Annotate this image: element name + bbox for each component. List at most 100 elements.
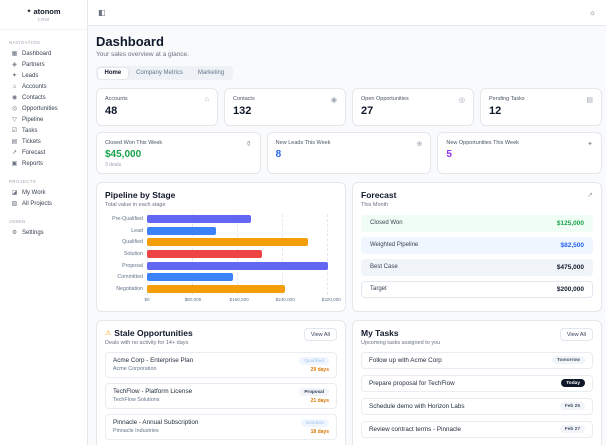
due-badge: Tomorrow: [551, 356, 585, 365]
task-item[interactable]: Prepare proposal for TechFlow Today: [361, 374, 593, 392]
sidebar-item-label: Leads: [22, 72, 39, 79]
brand-name: atonom: [33, 7, 61, 16]
tab-marketing[interactable]: Marketing: [191, 68, 231, 79]
sidebar-item-my-work[interactable]: ◪ My Work: [8, 187, 79, 198]
forecast-row-label: Closed Won: [370, 220, 403, 226]
sidebar-item-opportunities[interactable]: ◎ Opportunities: [8, 103, 79, 114]
pipeline-bar: [147, 226, 217, 235]
sidebar-item-label: Reports: [22, 160, 44, 167]
page-title: Dashboard: [96, 34, 164, 49]
page-subtitle: Your sales overview at a glance.: [96, 51, 189, 58]
forecast-row-label: Best Case: [370, 264, 398, 270]
stale-view-all-button[interactable]: View All: [303, 328, 337, 341]
task-item[interactable]: Follow up with Acme Corp Tomorrow: [361, 351, 593, 369]
chart-title: Pipeline by Stage: [105, 190, 176, 200]
task-item[interactable]: Review contract terms - Pinnacle Feb 27: [361, 420, 593, 438]
sidebar-item-tasks[interactable]: ☑ Tasks: [8, 125, 79, 136]
stale-days: 18 days: [310, 428, 329, 435]
pipeline-bar: [147, 250, 263, 259]
sidebar-item-forecast[interactable]: ↗ Forecast: [8, 147, 79, 158]
stat-value: 12: [489, 105, 502, 117]
chart-y-label: Proposal: [122, 262, 143, 269]
chart-x-tick-label: $160,000: [229, 296, 249, 302]
sidebar-item-dashboard[interactable]: ▦ Dashboard: [8, 48, 79, 59]
pipeline-bar: [147, 238, 309, 247]
stat-label: Pending Tasks: [489, 96, 525, 102]
sidebar-item-contacts[interactable]: ◉ Contacts: [8, 92, 79, 103]
tab-company-metrics[interactable]: Company Metrics: [129, 68, 190, 79]
opportunity-name: TechFlow - Platform License: [113, 388, 193, 396]
pipeline-icon: ▽: [12, 116, 17, 123]
stat-value: $45,000: [105, 149, 142, 160]
forecast-rows: Closed Won $125,000 Weighted Pipeline $8…: [361, 214, 593, 298]
sidebar-item-label: All Projects: [22, 200, 53, 207]
stale-opportunity-item[interactable]: TechFlow - Platform License TechFlow Sol…: [105, 382, 337, 409]
stat-note: 3 deals: [105, 162, 122, 168]
brand-subtitle: CRM: [37, 17, 50, 22]
chart-gridline: [327, 213, 329, 295]
trophy-icon: ⚱: [245, 141, 252, 148]
sidebar-item-reports[interactable]: ▣ Reports: [8, 158, 79, 169]
sidebar: ✦ atonom CRM Navigation ▦ Dashboard ◈ Pa…: [0, 0, 88, 445]
stale-subtitle: Deals with no activity for 14+ days: [105, 339, 189, 346]
tab-home[interactable]: Home: [97, 67, 129, 79]
partners-icon: ◈: [12, 61, 17, 68]
forecast-row-weighted-pipeline: Weighted Pipeline $82,500: [361, 236, 593, 254]
chart-subtitle: Total value in each stage: [105, 201, 166, 208]
sidebar-item-label: Settings: [22, 229, 44, 236]
stat-label: Closed Won This Week: [105, 140, 163, 146]
due-badge: Feb 27: [559, 425, 585, 434]
sidebar-section-navigation: Navigation: [9, 40, 41, 45]
sidebar-item-tickets[interactable]: ▤ Tickets: [8, 136, 79, 147]
chart-y-label: Committed: [117, 274, 143, 281]
sidebar-toggle-icon[interactable]: ◧: [98, 8, 106, 17]
target-icon: ◎: [458, 97, 465, 104]
sidebar-item-label: My Work: [22, 189, 46, 196]
brand-logo-icon: ✦: [26, 9, 32, 15]
chart-plot-area: $0 $80,000 $160,000 $240,000 $320,000: [144, 213, 341, 304]
due-badge: Feb 25: [559, 402, 585, 411]
sidebar-item-partners[interactable]: ◈ Partners: [8, 59, 79, 70]
clipboard-icon: ▤: [586, 97, 593, 104]
opportunity-name: Acme Corp - Enterprise Plan: [113, 357, 194, 365]
tasks-view-all-button[interactable]: View All: [559, 328, 593, 341]
stat-card-new-leads-week: New Leads This Week 8 ⊕: [266, 132, 432, 174]
user-plus-icon: ⊕: [416, 141, 423, 148]
stat-card-accounts: Accounts 48 ⌂: [96, 88, 218, 126]
tasks-subtitle: Upcoming tasks assigned to you: [361, 339, 441, 346]
opportunity-company: Acme Corporation: [113, 365, 157, 372]
pipeline-chart: Pre-Qualified Lead Qualified Solution Pr…: [105, 213, 341, 304]
dashboard-tabs: Home Company Metrics Marketing: [96, 66, 233, 80]
stale-opportunity-item[interactable]: Pinnacle - Annual Subscription Pinnacle …: [105, 413, 337, 440]
sidebar-item-accounts[interactable]: ⌂ Accounts: [8, 81, 79, 92]
sidebar-item-label: Forecast: [22, 149, 46, 156]
tasks-title: My Tasks: [361, 328, 399, 338]
due-badge: Today: [561, 379, 585, 388]
opportunity-name: Pinnacle - Annual Subscription: [113, 419, 199, 427]
forecast-icon: ↗: [11, 149, 18, 156]
task-item[interactable]: Schedule demo with Horizon Labs Feb 25: [361, 397, 593, 415]
chart-x-axis: $0 $80,000 $160,000 $240,000 $320,000: [144, 295, 340, 304]
sidebar-item-leads[interactable]: ✦ Leads: [8, 70, 79, 81]
forecast-row-closed-won: Closed Won $125,000: [361, 214, 593, 232]
chart-gridline: [282, 213, 284, 295]
sidebar-section-projects: Projects: [9, 179, 37, 184]
stat-card-new-opportunities-week: New Opportunities This Week 5 ✦: [437, 132, 603, 174]
stat-label: New Opportunities This Week: [446, 140, 519, 146]
sidebar-item-label: Partners: [22, 61, 45, 68]
task-label: Follow up with Acme Corp: [369, 356, 442, 364]
sidebar-item-pipeline[interactable]: ▽ Pipeline: [8, 114, 79, 125]
stale-days: 21 days: [310, 397, 329, 404]
theme-toggle-icon[interactable]: ☼: [589, 8, 596, 17]
stat-card-pending-tasks: Pending Tasks 12 ▤: [480, 88, 602, 126]
settings-icon: ⚙: [11, 229, 18, 236]
sidebar-item-label: Tickets: [22, 138, 41, 145]
sidebar-item-settings[interactable]: ⚙ Settings: [8, 227, 79, 238]
weekly-stats-row: Closed Won This Week $45,000 3 deals ⚱ N…: [96, 132, 603, 174]
stale-opportunity-item[interactable]: Acme Corp - Enterprise Plan Acme Corpora…: [105, 351, 337, 378]
forecast-row-best-case: Best Case $475,000: [361, 258, 593, 276]
opportunity-company: TechFlow Solutions: [113, 396, 160, 403]
sidebar-item-all-projects[interactable]: ▧ All Projects: [8, 198, 79, 209]
stale-opportunities-panel: ⚠ Stale Opportunities Deals with no acti…: [96, 320, 346, 445]
my-tasks-panel: My Tasks Upcoming tasks assigned to you …: [352, 320, 602, 445]
